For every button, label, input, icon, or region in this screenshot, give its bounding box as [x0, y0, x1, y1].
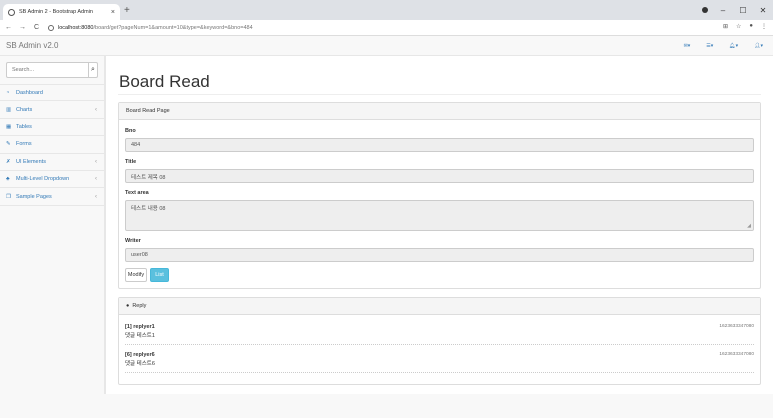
top-navbar: SB Admin v2.0 ✉▾ ☰▾ 🔔︎▾ 👤︎▾ [0, 36, 773, 56]
sidebar-search: ⌕ [6, 62, 98, 78]
star-icon[interactable]: ☆ [736, 23, 741, 30]
edit-icon: ✎ [6, 141, 11, 148]
account-icon[interactable]: ● [749, 23, 753, 30]
reply-timestamp: 1623633347080 [719, 324, 754, 329]
reload-icon[interactable]: C [31, 24, 42, 31]
search-button[interactable]: ⌕ [88, 63, 97, 77]
divider [118, 94, 761, 95]
title-field[interactable]: 테스트 제목 08 [125, 169, 754, 183]
reply-panel: ● Reply [1] replyer1 댓글 테스트1 16236333470… [118, 297, 761, 385]
reply-panel-title: Reply [132, 303, 147, 309]
sidebar: ⌕ ◔ Dashboard ▥ Charts ‹ ▦ Tables ✎ Form… [0, 56, 105, 394]
globe-icon [8, 8, 15, 16]
sidebar-item-label: Tables [16, 123, 32, 130]
profile-icon[interactable] [702, 7, 708, 13]
title-label: Title [125, 159, 137, 165]
reply-header: [6] replyer6 [125, 352, 155, 358]
navbar-icons: ✉▾ ☰▾ 🔔︎▾ 👤︎▾ [684, 43, 763, 49]
address-bar: ← → C localhost:8080 /board/get?pageNum=… [0, 20, 773, 36]
sidebar-item-label: Dashboard [16, 89, 43, 96]
bar-chart-icon: ▥ [6, 106, 12, 113]
bno-label: Bno [125, 128, 136, 134]
dashboard-icon: ◔ [6, 89, 10, 96]
title-value: 테스트 제목 08 [131, 175, 166, 181]
window-controls: – ☐ ✕ [713, 0, 773, 20]
browser-tab-title: SB Admin 2 - Bootstrap Admin [19, 9, 93, 15]
chevron-left-icon: ‹ [95, 193, 97, 200]
writer-field[interactable]: user08 [125, 248, 754, 262]
site-info-icon[interactable] [48, 24, 54, 31]
board-read-panel: Board Read Page Bno 484 Title 테스트 제목 08 … [118, 102, 761, 289]
sidebar-item-charts[interactable]: ▥ Charts ‹ [0, 101, 104, 119]
sidebar-item-tables[interactable]: ▦ Tables [0, 119, 104, 137]
brand[interactable]: SB Admin v2.0 [6, 41, 58, 50]
menu-icon[interactable]: ⋮ [761, 23, 767, 30]
chevron-left-icon: ‹ [95, 158, 97, 165]
files-icon: ❐ [6, 193, 11, 200]
forward-icon[interactable]: → [17, 24, 28, 31]
page-title: Board Read [119, 72, 210, 91]
panel-heading: ● Reply [119, 298, 760, 315]
sidebar-item-label: UI Elements [16, 158, 46, 165]
panel-heading: Board Read Page [119, 103, 760, 120]
bell-icon[interactable]: 🔔︎▾ [729, 43, 738, 49]
reply-header: [1] replyer1 [125, 324, 155, 330]
sidebar-item-dashboard[interactable]: ◔ Dashboard [0, 84, 104, 102]
sitemap-icon: ♣ [6, 176, 10, 183]
sidebar-item-label: Sample Pages [16, 193, 52, 200]
bno-value: 484 [131, 142, 141, 148]
sidebar-item-ui-elements[interactable]: ✗ UI Elements ‹ [0, 154, 104, 171]
user-icon[interactable]: 👤︎▾ [754, 43, 763, 49]
sidebar-item-forms[interactable]: ✎ Forms [0, 136, 104, 154]
content-textarea[interactable]: 테스트 내용 08 ◢ [125, 200, 754, 231]
modify-button[interactable]: Modify [125, 268, 147, 282]
translate-icon[interactable]: ⊞ [723, 23, 728, 30]
writer-label: Writer [125, 238, 141, 244]
reply-text: 댓글 테스트6 [125, 361, 155, 367]
browser-tab[interactable]: SB Admin 2 - Bootstrap Admin × [3, 4, 120, 20]
sidebar-item-label: Multi-Level Dropdown [16, 176, 70, 183]
back-icon[interactable]: ← [3, 24, 14, 31]
wrench-icon: ✗ [6, 158, 11, 165]
list-button[interactable]: List [150, 268, 169, 282]
table-icon: ▦ [6, 123, 12, 130]
reply-timestamp: 1623633347080 [719, 352, 754, 357]
writer-value: user08 [131, 252, 148, 258]
content-label: Text area [125, 190, 149, 196]
maximize-button[interactable]: ☐ [733, 6, 753, 15]
browser-toolbar-right: ⊞ ☆ ● ⋮ [723, 23, 767, 30]
reply-text: 댓글 테스트1 [125, 333, 155, 339]
url-field[interactable]: localhost:8080 /board/get?pageNum=1&amou… [48, 24, 253, 31]
sidebar-item-sample-pages[interactable]: ❐ Sample Pages ‹ [0, 188, 104, 206]
reply-item[interactable]: [1] replyer1 댓글 테스트1 1623633347080 [125, 320, 754, 345]
tasks-icon[interactable]: ☰▾ [706, 43, 713, 49]
chevron-left-icon: ‹ [95, 176, 97, 183]
resize-handle-icon[interactable]: ◢ [747, 223, 751, 229]
envelope-icon[interactable]: ✉▾ [684, 43, 691, 49]
close-tab-icon[interactable]: × [111, 9, 115, 16]
search-input[interactable] [7, 63, 88, 77]
comments-icon: ● [126, 303, 130, 309]
new-tab-button[interactable]: + [124, 5, 130, 16]
browser-tab-bar: SB Admin 2 - Bootstrap Admin × + – ☐ ✕ [0, 0, 773, 20]
content-value: 테스트 내용 08 [131, 206, 166, 212]
sidebar-item-label: Forms [16, 141, 32, 148]
reply-item[interactable]: [6] replyer6 댓글 테스트6 1623633347080 [125, 348, 754, 373]
sidebar-item-label: Charts [16, 106, 33, 113]
page-wrapper: Board Read Board Read Page Bno 484 Title… [105, 56, 773, 394]
chevron-left-icon: ‹ [95, 106, 97, 113]
close-window-button[interactable]: ✕ [753, 6, 773, 15]
url-path: /board/get?pageNum=1&amount=10&type=&key… [93, 24, 253, 31]
url-host: localhost:8080 [58, 24, 94, 31]
minimize-button[interactable]: – [713, 6, 733, 15]
sidebar-item-multi-level[interactable]: ♣ Multi-Level Dropdown ‹ [0, 171, 104, 189]
bno-field[interactable]: 484 [125, 138, 754, 152]
